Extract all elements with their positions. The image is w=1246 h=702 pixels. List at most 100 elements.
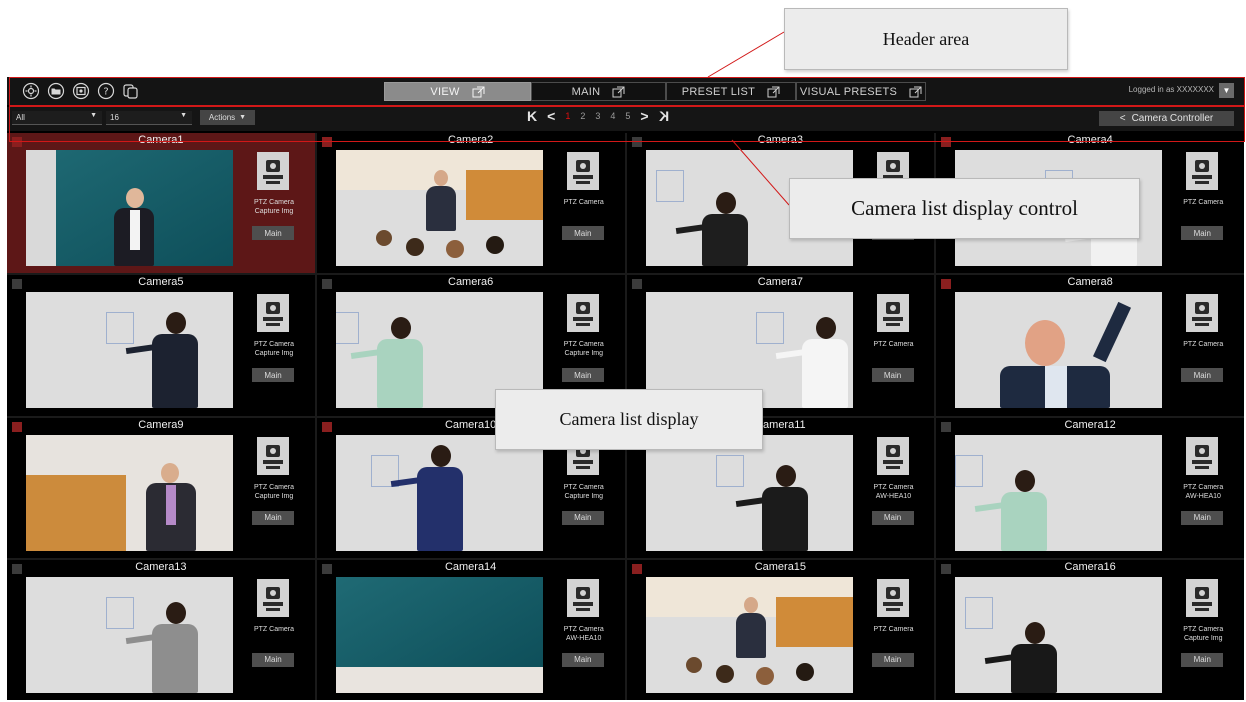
camera-tile-8[interactable]: Camera8 PTZ Camera Main: [936, 275, 1244, 416]
page-1-button[interactable]: 1: [565, 111, 570, 121]
camera-thumbnail[interactable]: [335, 150, 543, 266]
camera-info-panel: PTZ Camera AW-HEA10 Main: [1167, 435, 1239, 551]
camera-name: Camera9: [138, 418, 184, 431]
login-status: Logged in as XXXXXXX: [1128, 85, 1214, 94]
camera-thumbnail[interactable]: [26, 576, 233, 693]
main-button[interactable]: Main: [561, 510, 604, 525]
camera-tile-5[interactable]: Camera5 PTZ Camera Capture Img Main: [7, 275, 315, 416]
settings-icon[interactable]: [21, 81, 41, 101]
camera-name: Camera15: [754, 560, 807, 573]
next-page-button[interactable]: >: [640, 108, 648, 124]
tab-main[interactable]: MAIN: [531, 82, 666, 101]
camera-thumbnail[interactable]: [955, 292, 1163, 409]
camera-thumbnail[interactable]: [335, 576, 543, 693]
main-button[interactable]: Main: [252, 652, 294, 667]
camera-controller-label: Camera Controller: [1131, 113, 1214, 124]
last-page-glyph: K: [658, 108, 669, 124]
header-icon-group: ?: [21, 81, 141, 101]
camera-tile-16[interactable]: Camera16 PTZ Camera Capture Img Main: [936, 559, 1244, 700]
camera-info-panel: PTZ Camera AW-HEA10 Main: [858, 435, 930, 551]
camera-name: Camera8: [1067, 276, 1113, 289]
help-icon[interactable]: ?: [96, 81, 116, 101]
camera-model-line: Capture Img: [1183, 634, 1223, 642]
camera-tile-9[interactable]: Camera9 PTZ Camera Capture Img Main: [7, 417, 315, 558]
main-button[interactable]: Main: [1181, 226, 1224, 240]
page-4-button[interactable]: 4: [610, 111, 615, 121]
last-page-button[interactable]: K: [659, 108, 669, 124]
main-button[interactable]: Main: [871, 510, 914, 525]
camera-thumbnail[interactable]: [955, 576, 1163, 693]
main-button[interactable]: Main: [561, 652, 604, 667]
camera-tile-13[interactable]: Camera13 PTZ Camera Main: [7, 559, 315, 700]
camera-model-label: PTZ Camera AW-HEA10: [548, 625, 620, 643]
group-select-value: All: [16, 113, 25, 122]
camera-count-select[interactable]: 16 ▼: [106, 111, 192, 125]
main-button[interactable]: Main: [252, 368, 294, 383]
main-button[interactable]: Main: [561, 226, 604, 240]
popout-icon[interactable]: [767, 86, 780, 98]
main-button[interactable]: Main: [252, 226, 294, 240]
copy-icon[interactable]: [121, 81, 141, 101]
tab-preset-list[interactable]: PRESET LIST: [666, 82, 796, 101]
camera-model-line: Capture Img: [254, 492, 294, 500]
camera-thumbnail[interactable]: [26, 292, 233, 409]
main-button[interactable]: Main: [1181, 368, 1224, 383]
main-button[interactable]: Main: [1181, 652, 1224, 667]
camera-list-display-callout: Camera list display: [495, 389, 763, 450]
chevron-down-icon: ▼: [239, 114, 247, 121]
camera-tile-2[interactable]: Camera2 PTZ Camera Main: [316, 133, 625, 274]
ptz-camera-icon: [257, 436, 289, 475]
camera-name: Camera13: [135, 560, 187, 573]
camera-thumbnail[interactable]: [645, 434, 853, 551]
camera-tile-12[interactable]: Camera12 PTZ Camera AW-HEA10 Main: [936, 417, 1244, 558]
prev-page-button[interactable]: <: [547, 108, 555, 124]
camera-info-panel: PTZ Camera Main: [858, 577, 930, 693]
camera-name: Camera3: [757, 134, 803, 146]
camera-model-line: PTZ Camera: [873, 341, 914, 349]
main-button[interactable]: Main: [252, 510, 294, 525]
header-area-label: Header area: [882, 28, 970, 49]
camera-thumbnail[interactable]: [335, 434, 543, 551]
actions-button[interactable]: Actions ▼: [200, 110, 255, 125]
camera-model-line: AW-HEA10: [566, 634, 602, 642]
camera-tile-1[interactable]: Camera1 PTZ Camera Capture Img Main: [7, 133, 315, 274]
popout-icon[interactable]: [612, 86, 625, 98]
main-button[interactable]: Main: [561, 368, 604, 383]
camera-model-line: PTZ Camera: [873, 483, 914, 491]
camera-controller-button[interactable]: < Camera Controller: [1099, 111, 1234, 126]
camera-model-line: Capture Img: [564, 350, 604, 358]
camera-info-panel: PTZ Camera Capture Img Main: [238, 292, 310, 408]
folder-icon[interactable]: [46, 81, 66, 101]
camera-model-line: PTZ Camera: [563, 199, 604, 206]
tab-view[interactable]: VIEW: [384, 82, 531, 101]
camera-tile-15[interactable]: Camera15 PTZ Camera Main: [626, 559, 935, 700]
camera-info-panel: PTZ Camera Capture Img Main: [238, 150, 310, 266]
page-3-button[interactable]: 3: [595, 111, 600, 121]
camera-model-line: PTZ Camera: [1183, 625, 1224, 633]
ptz-camera-icon: [876, 578, 909, 617]
camera-name: Camera4: [1067, 134, 1113, 146]
tab-visual-presets[interactable]: VISUAL PRESETS: [796, 82, 926, 101]
page-2-button[interactable]: 2: [580, 111, 585, 121]
first-page-button[interactable]: K: [527, 108, 537, 124]
main-button[interactable]: Main: [1181, 510, 1224, 525]
camera-thumbnail[interactable]: [955, 434, 1163, 551]
main-button[interactable]: Main: [871, 368, 914, 383]
camera-thumbnail[interactable]: [26, 150, 233, 266]
camera-tile-14[interactable]: Camera14 PTZ Camera AW-HEA10 Main: [316, 559, 625, 700]
user-menu-button[interactable]: ▼: [1219, 83, 1234, 98]
main-button[interactable]: Main: [871, 652, 914, 667]
camera-info-panel: PTZ Camera AW-HEA10 Main: [548, 577, 620, 693]
camera-model-line: AW-HEA10: [1185, 492, 1221, 500]
camera-name: Camera5: [138, 276, 184, 289]
camera-thumbnail[interactable]: [645, 576, 853, 693]
capture-icon[interactable]: [71, 81, 91, 101]
camera-thumbnail[interactable]: [26, 434, 233, 551]
page-5-button[interactable]: 5: [625, 111, 630, 121]
group-select[interactable]: All ▼: [12, 111, 102, 125]
camera-model-label: PTZ Camera Capture Img: [548, 483, 620, 501]
camera-model-label: PTZ Camera: [858, 340, 930, 349]
popout-icon[interactable]: [909, 86, 922, 98]
camera-model-line: PTZ Camera: [253, 341, 295, 349]
popout-icon[interactable]: [472, 86, 485, 98]
